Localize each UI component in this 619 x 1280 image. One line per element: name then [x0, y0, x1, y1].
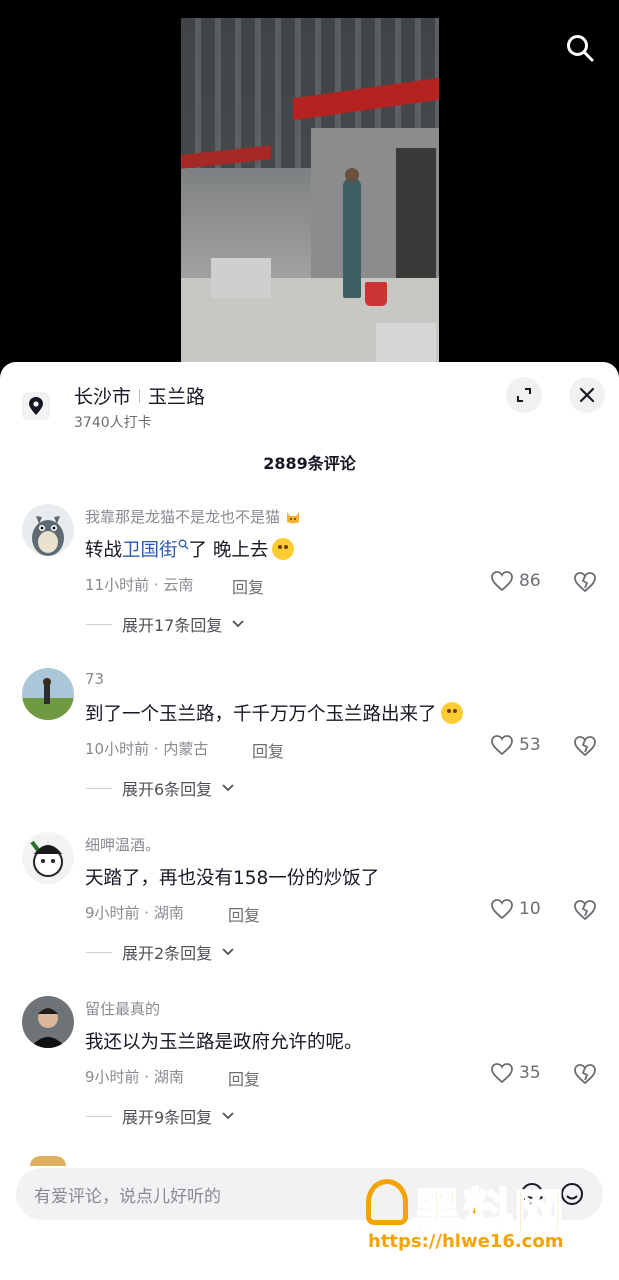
like-button[interactable]: 10	[490, 898, 541, 920]
search-icon	[178, 539, 188, 549]
close-button[interactable]	[569, 377, 605, 413]
avatar[interactable]	[22, 832, 74, 884]
video-person	[343, 178, 361, 298]
like-count: 10	[519, 899, 541, 919]
like-count: 35	[519, 1063, 541, 1083]
video-blocks	[376, 323, 436, 363]
comment-meta: 9小时前 · 湖南	[85, 904, 184, 922]
comment-meta: 11小时前 · 云南	[85, 576, 194, 594]
comment-text: 天踏了，再也没有158一份的炒饭了	[85, 868, 380, 889]
comment-input-placeholder: 有爱评论，说点儿好听的	[34, 1186, 221, 1207]
avatar[interactable]	[22, 996, 74, 1048]
heart-icon	[491, 1063, 513, 1084]
like-button[interactable]: 35	[490, 1062, 541, 1084]
avatar[interactable]	[22, 668, 74, 720]
watermark-logo: 黑料网 https://hlwe16.com	[362, 1175, 607, 1265]
kiss-emoji-icon	[440, 702, 463, 724]
avatar[interactable]	[22, 504, 74, 556]
comment-count: 2889条评论	[263, 454, 356, 473]
expand-replies-label: 展开6条回复	[122, 780, 213, 799]
location-checkins: 3740人打卡	[74, 415, 152, 431]
broken-heart-icon	[574, 572, 596, 593]
expand-replies-label: 展开2条回复	[122, 944, 213, 963]
search-button[interactable]	[560, 28, 600, 68]
smile-emoji-icon	[272, 538, 295, 560]
heart-icon	[491, 735, 513, 756]
reply-button[interactable]: 回复	[228, 902, 260, 926]
heart-icon	[491, 571, 513, 592]
reply-button[interactable]: 回复	[252, 738, 284, 762]
dislike-button[interactable]	[572, 1062, 598, 1090]
comment-item: 我靠那是龙猫不是龙也不是猫 转战 卫国街 了 晚上去 11小时前 · 云南 回复…	[0, 504, 619, 664]
expand-replies-label: 展开17条回复	[122, 616, 223, 635]
like-button[interactable]: 86	[490, 570, 541, 592]
location-pin-icon	[22, 392, 50, 420]
video-bucket	[365, 282, 387, 306]
watermark-emblem-icon	[366, 1179, 408, 1225]
reply-button[interactable]: 回复	[232, 574, 264, 598]
comment-sheet: 长沙市 玉兰路 3740人打卡 2889条评论 我靠那是龙猫不是龙也不是猫 转战…	[0, 362, 619, 1280]
close-icon	[579, 387, 595, 403]
comment-text: 我还以为玉兰路是政府允许的呢。	[85, 1032, 363, 1053]
broken-heart-icon	[574, 900, 596, 921]
search-icon	[567, 35, 594, 62]
divider	[86, 623, 112, 625]
divider	[86, 1115, 112, 1117]
comment-search-link[interactable]: 卫国街	[122, 536, 178, 562]
comment-username[interactable]: 我靠那是龙猫不是龙也不是猫	[85, 506, 302, 527]
comment-text: 转战 卫国街 了 晚上去	[85, 536, 295, 562]
location-separator	[139, 388, 141, 403]
comment-username[interactable]: 73	[85, 670, 104, 688]
comment-username[interactable]: 细呷温酒。	[85, 834, 160, 855]
reply-button[interactable]: 回复	[228, 1066, 260, 1090]
dislike-button[interactable]	[572, 734, 598, 762]
avatar	[30, 1156, 66, 1166]
comment-item: 细呷温酒。 天踏了，再也没有158一份的炒饭了 9小时前 · 湖南 回复 10 …	[0, 832, 619, 992]
expand-replies-button[interactable]: 展开2条回复	[86, 940, 234, 964]
watermark-url: https://hlwe16.com	[368, 1231, 564, 1252]
like-button[interactable]: 53	[490, 734, 541, 756]
expand-replies-button[interactable]: 展开17条回复	[86, 612, 245, 636]
like-count: 86	[519, 571, 541, 591]
comment-meta: 10小时前 · 内蒙古	[85, 740, 209, 758]
comment-meta: 9小时前 · 湖南	[85, 1068, 184, 1086]
location-city: 长沙市	[74, 386, 132, 408]
dislike-button[interactable]	[572, 898, 598, 926]
cat-emoji-icon	[287, 511, 300, 523]
comment-text-part: 到了一个玉兰路，千千万万个玉兰路出来了	[85, 704, 437, 725]
chevron-down-icon	[222, 948, 234, 956]
expand-icon	[517, 388, 531, 402]
video-blocks	[211, 258, 271, 298]
divider	[86, 951, 112, 953]
comment-username-text: 我靠那是龙猫不是龙也不是猫	[85, 508, 281, 526]
video-frame	[181, 18, 439, 364]
heart-icon	[491, 899, 513, 920]
chevron-down-icon	[232, 620, 245, 628]
comment-username[interactable]: 留住最真的	[85, 998, 160, 1019]
broken-heart-icon	[574, 1064, 596, 1085]
comment-text-part: 转战	[85, 540, 123, 561]
location-road: 玉兰路	[148, 386, 206, 408]
expand-replies-label: 展开9条回复	[122, 1108, 213, 1127]
expand-replies-button[interactable]: 展开9条回复	[86, 1104, 234, 1128]
expand-button[interactable]	[506, 377, 542, 413]
comment-item: 73 到了一个玉兰路，千千万万个玉兰路出来了 10小时前 · 内蒙古 回复 53…	[0, 668, 619, 828]
comment-text: 到了一个玉兰路，千千万万个玉兰路出来了	[85, 700, 463, 726]
chevron-down-icon	[222, 784, 234, 792]
chevron-down-icon	[222, 1112, 234, 1120]
expand-replies-button[interactable]: 展开6条回复	[86, 776, 234, 800]
dislike-button[interactable]	[572, 570, 598, 598]
like-count: 53	[519, 735, 541, 755]
comment-item: 留住最真的 我还以为玉兰路是政府允许的呢。 9小时前 · 湖南 回复 35 展开…	[0, 996, 619, 1156]
divider	[86, 787, 112, 789]
location-title[interactable]: 长沙市 玉兰路	[74, 382, 205, 409]
video-person-head	[345, 168, 359, 182]
comment-text-part: 了 晚上去	[188, 540, 269, 561]
video-player[interactable]	[0, 0, 619, 372]
broken-heart-icon	[574, 736, 596, 757]
